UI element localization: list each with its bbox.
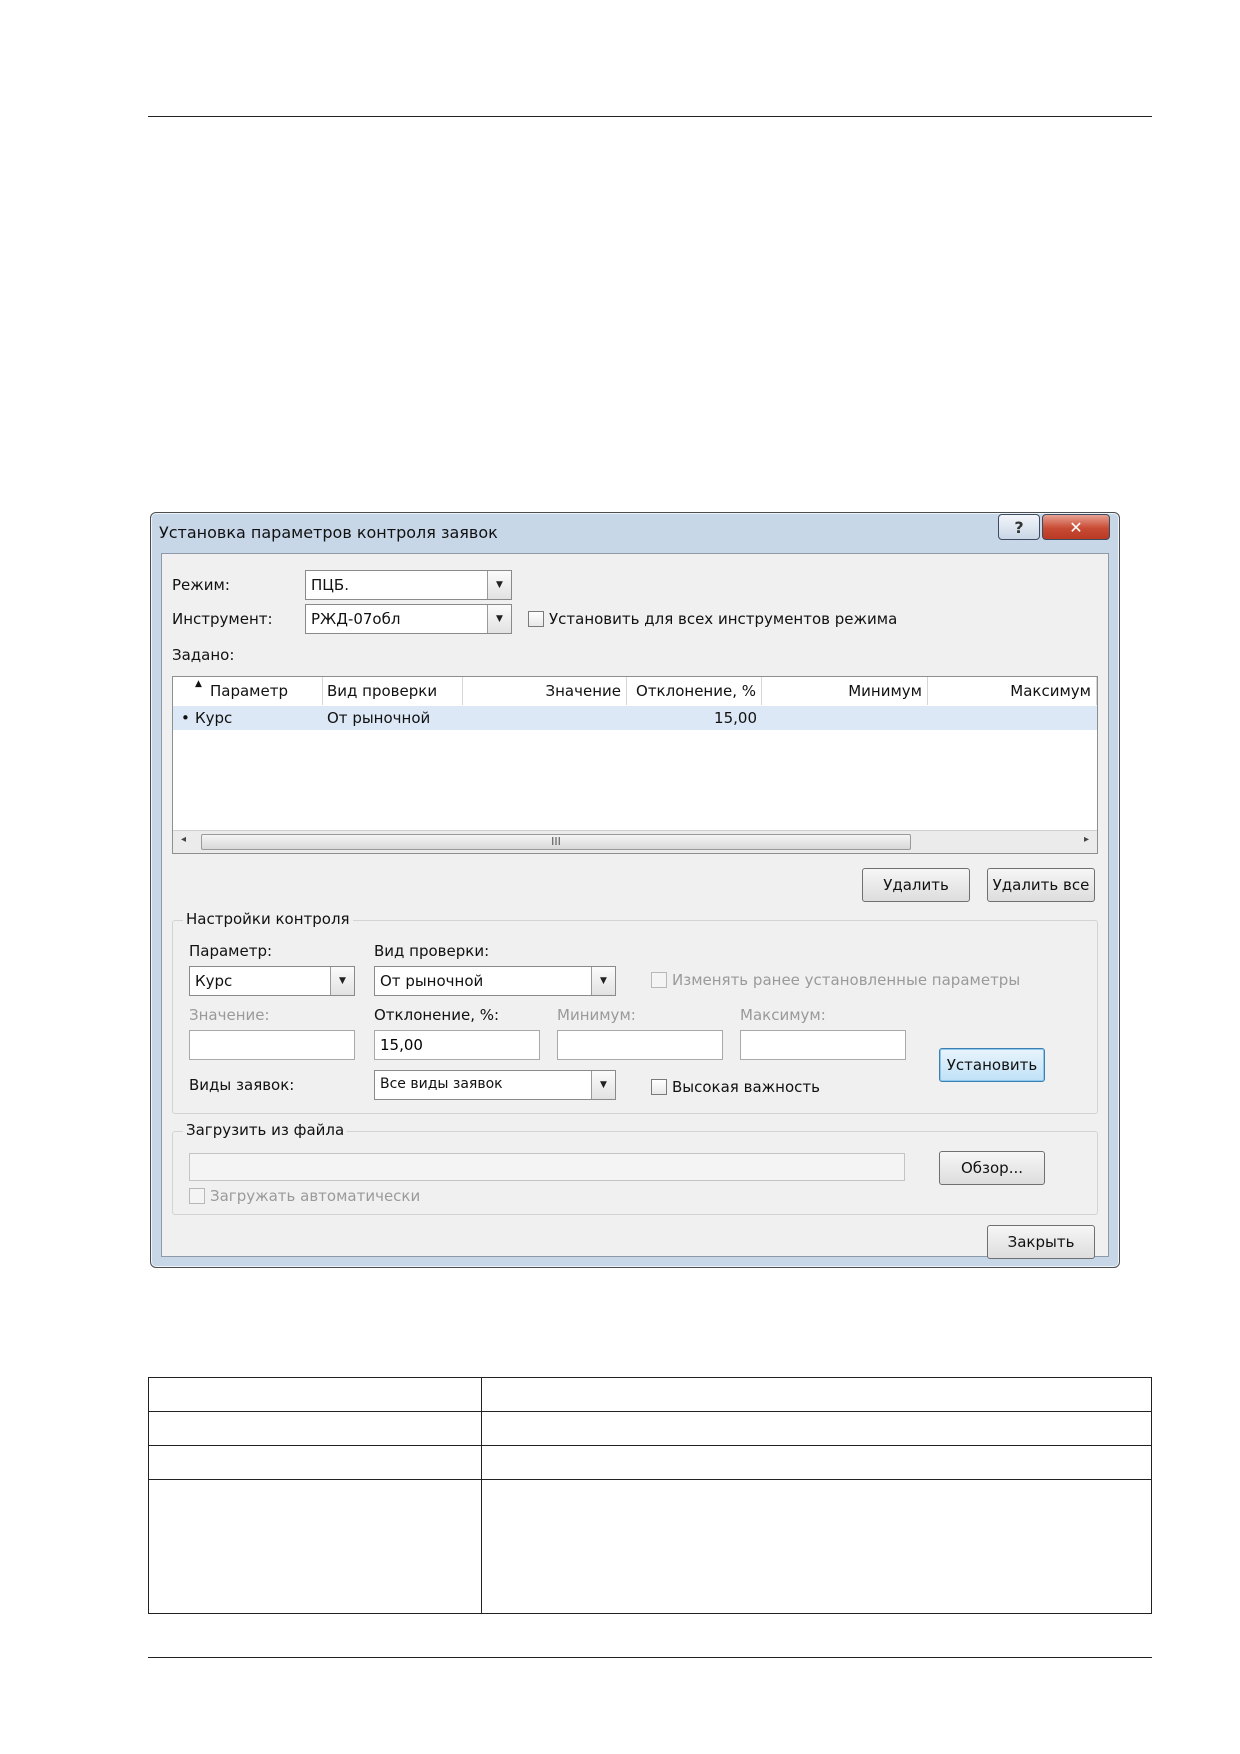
- param-value: Курс: [195, 972, 233, 990]
- deviation-label: Отклонение, %:: [374, 1006, 500, 1024]
- delete-button[interactable]: Удалить: [862, 868, 970, 902]
- row-check: От рыночной: [327, 709, 431, 727]
- scroll-right-icon[interactable]: ▸: [1084, 834, 1089, 845]
- table-row: [148, 1377, 1152, 1412]
- order-types-label: Виды заявок:: [189, 1076, 295, 1094]
- order-types-value: Все виды заявок: [380, 1076, 503, 1092]
- max-field[interactable]: [740, 1030, 906, 1060]
- question-icon: ?: [1014, 517, 1024, 537]
- table-row: [148, 1411, 1152, 1446]
- max-label: Максимум:: [740, 1006, 826, 1024]
- table-row: [148, 1479, 1152, 1614]
- change-previous-checkbox[interactable]: [651, 972, 667, 988]
- table-row[interactable]: • Курс От рыночной 15,00: [173, 706, 1097, 730]
- column-header-max[interactable]: Максимум: [928, 677, 1097, 705]
- chevron-down-icon[interactable]: ▼: [487, 571, 511, 599]
- scroll-left-icon[interactable]: ◂: [181, 834, 186, 845]
- value-field[interactable]: [189, 1030, 355, 1060]
- dialog-client-area: Режим: ПЦБ. ▼ Инструмент: РЖД-07обл ▼ Ус…: [161, 553, 1109, 1259]
- table-cell: [148, 1445, 482, 1480]
- row-marker: •: [181, 709, 190, 727]
- chevron-down-icon[interactable]: ▼: [487, 605, 511, 633]
- header-rule: [148, 116, 1152, 117]
- table-cell: [148, 1411, 482, 1446]
- control-settings-title: Настройки контроля: [183, 910, 353, 928]
- assigned-label: Задано:: [172, 646, 235, 664]
- chevron-down-icon[interactable]: ▼: [330, 967, 354, 995]
- column-header-deviation[interactable]: Отклонение, %: [627, 677, 762, 705]
- table-cell: [481, 1445, 1152, 1480]
- table-cell: [481, 1479, 1152, 1614]
- document-table: [148, 1377, 1152, 1614]
- browse-button[interactable]: Обзор...: [939, 1151, 1045, 1185]
- mode-combo[interactable]: ПЦБ. ▼: [305, 570, 512, 600]
- order-types-combo[interactable]: Все виды заявок ▼: [374, 1070, 616, 1100]
- param-combo[interactable]: Курс ▼: [189, 966, 355, 996]
- min-field[interactable]: [557, 1030, 723, 1060]
- table-cell: [481, 1411, 1152, 1446]
- value-label: Значение:: [189, 1006, 270, 1024]
- load-file-group: Загрузить из файла Обзор... Загружать ав…: [172, 1121, 1098, 1215]
- horizontal-scrollbar[interactable]: ◂ III ▸: [173, 830, 1097, 853]
- check-type-value: От рыночной: [380, 972, 484, 990]
- control-settings-group: Настройки контроля Параметр: Курс ▼ Вид …: [172, 910, 1098, 1114]
- instrument-combo[interactable]: РЖД-07обл ▼: [305, 604, 512, 634]
- column-header-value[interactable]: Значение: [463, 677, 627, 705]
- mode-label: Режим:: [172, 576, 230, 594]
- table-cell: [148, 1377, 482, 1412]
- chevron-down-icon[interactable]: ▼: [591, 967, 615, 995]
- dialog-window: Установка параметров контроля заявок ? ✕…: [150, 512, 1120, 1268]
- deviation-field[interactable]: 15,00: [374, 1030, 540, 1060]
- help-button[interactable]: ?: [998, 514, 1040, 540]
- all-instruments-checkbox[interactable]: [528, 611, 544, 627]
- scroll-thumb[interactable]: III: [201, 834, 911, 850]
- footer-rule: [148, 1657, 1152, 1658]
- column-header-min[interactable]: Минимум: [762, 677, 928, 705]
- row-deviation: 15,00: [714, 709, 757, 727]
- file-path-field[interactable]: [189, 1153, 905, 1181]
- close-button[interactable]: Закрыть: [987, 1225, 1095, 1259]
- all-instruments-label[interactable]: Установить для всех инструментов режима: [549, 610, 897, 628]
- table-cell: [148, 1479, 482, 1614]
- check-type-label: Вид проверки:: [374, 942, 490, 960]
- delete-all-button[interactable]: Удалить все: [987, 868, 1095, 902]
- check-type-combo[interactable]: От рыночной ▼: [374, 966, 616, 996]
- auto-load-label[interactable]: Загружать автоматически: [210, 1187, 420, 1205]
- column-header-param[interactable]: ▲ Параметр: [173, 677, 323, 705]
- row-param: Курс: [195, 709, 233, 727]
- set-button[interactable]: Установить: [939, 1048, 1045, 1082]
- table-row: [148, 1445, 1152, 1480]
- column-header-check[interactable]: Вид проверки: [323, 677, 463, 705]
- min-label: Минимум:: [557, 1006, 636, 1024]
- sort-up-icon: ▲: [195, 679, 202, 689]
- high-priority-checkbox[interactable]: [651, 1079, 667, 1095]
- close-window-button[interactable]: ✕: [1042, 514, 1110, 540]
- instrument-value: РЖД-07обл: [311, 610, 401, 628]
- deviation-value: 15,00: [380, 1036, 423, 1054]
- mode-value: ПЦБ.: [311, 576, 349, 594]
- dialog-title: Установка параметров контроля заявок: [159, 523, 498, 542]
- close-icon: ✕: [1069, 517, 1083, 537]
- table-cell: [481, 1377, 1152, 1412]
- chevron-down-icon[interactable]: ▼: [591, 1071, 615, 1099]
- param-label: Параметр:: [189, 942, 273, 960]
- auto-load-checkbox[interactable]: [189, 1188, 205, 1204]
- load-file-title: Загрузить из файла: [183, 1121, 348, 1139]
- change-previous-label[interactable]: Изменять ранее установленные параметры: [672, 971, 1020, 989]
- assigned-grid[interactable]: ▲ Параметр Вид проверки Значение Отклоне…: [172, 676, 1098, 854]
- high-priority-label[interactable]: Высокая важность: [672, 1078, 820, 1096]
- instrument-label: Инструмент:: [172, 610, 273, 628]
